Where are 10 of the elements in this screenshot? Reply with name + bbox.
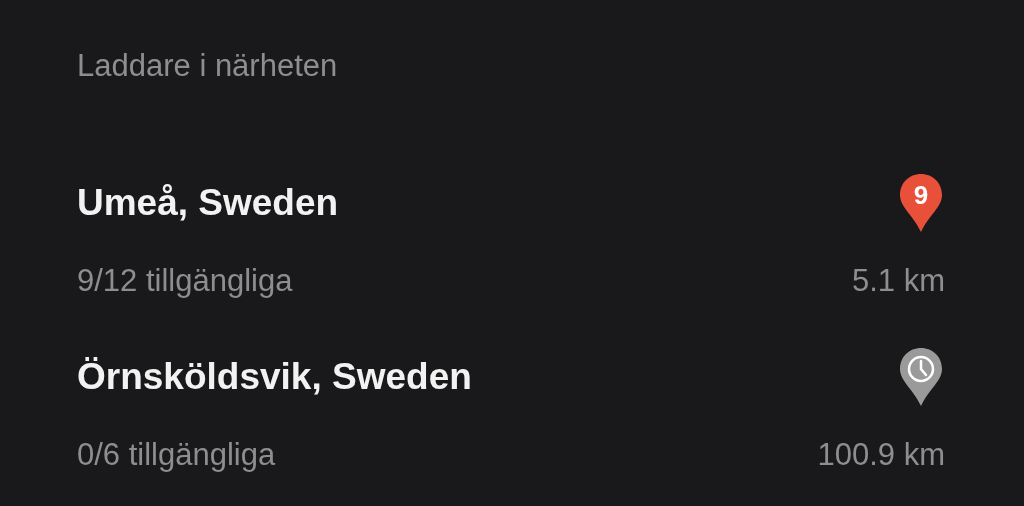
distance-text: 100.9 km	[817, 436, 945, 474]
availability-text: 0/6 tillgängliga	[77, 436, 276, 474]
pin-count: 9	[913, 180, 929, 210]
section-heading: Laddare i närheten	[77, 48, 338, 83]
distance-text: 5.1 km	[851, 262, 945, 300]
clock-pin-icon	[900, 348, 942, 406]
map-pin-icon	[900, 174, 942, 232]
availability-text: 9/12 tillgängliga	[77, 262, 293, 300]
charger-location[interactable]: Örnsköldsvik, Sweden	[77, 356, 472, 398]
charger-location[interactable]: Umeå, Sweden	[77, 182, 339, 224]
